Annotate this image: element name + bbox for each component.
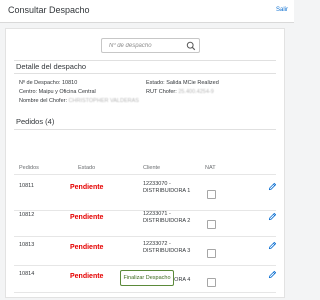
center-field: Centro: Maipu y Oficina Central <box>19 89 96 95</box>
driver-name-value: CHRISTOPHER VALDERAS <box>68 98 139 104</box>
client-cell: 12233071 - DISTRIBUIDORA 2 <box>143 211 190 225</box>
center-value: Maipu y Oficina Central <box>38 89 96 95</box>
driver-rut-value: 25.400.4254-9 <box>178 89 214 95</box>
order-id: 10811 <box>19 183 34 189</box>
client-name: DISTRIBUIDORA 1 <box>143 188 191 194</box>
app-header: Consultar Despacho Salir <box>0 0 294 23</box>
divider <box>14 60 276 61</box>
pencil-icon[interactable] <box>268 270 277 279</box>
status-badge: Pendiente <box>70 273 104 280</box>
page-title: Consultar Despacho <box>8 5 90 15</box>
nat-checkbox[interactable] <box>207 249 216 258</box>
nat-checkbox[interactable] <box>207 278 216 287</box>
row-divider <box>14 236 276 237</box>
dispatch-number-value: 10810 <box>61 80 78 86</box>
nat-checkbox[interactable] <box>207 220 216 229</box>
orders-section-title: Pedidos (4) <box>16 117 55 126</box>
dispatch-number-label: Nº de Despacho: <box>19 80 61 86</box>
divider <box>14 73 276 74</box>
column-header-estado: Estado <box>78 165 96 171</box>
detail-section-title: Detalle del despacho <box>16 62 87 71</box>
client-name: DISTRIBUIDORA 2 <box>143 218 191 224</box>
driver-rut-label: RUT Chofer: <box>146 89 177 95</box>
search-icon[interactable] <box>186 41 196 51</box>
status-badge: Pendiente <box>70 244 104 251</box>
pencil-icon[interactable] <box>268 241 277 250</box>
order-id: 10813 <box>19 242 35 248</box>
client-cell: 12233072 - DISTRIBUIDORA 3 <box>143 241 190 255</box>
row-divider <box>14 265 276 266</box>
dispatch-status-field: Estado: Salida MCie Realized <box>146 80 219 86</box>
row-divider <box>14 292 276 293</box>
divider <box>14 129 276 130</box>
client-code: 12233071 - <box>143 211 171 217</box>
content-card: Detalle del despacho Nº de Despacho: 108… <box>5 28 285 298</box>
status-badge: Pendiente <box>70 184 104 191</box>
dispatch-number-field: Nº de Despacho: 10810 <box>19 80 77 86</box>
column-header-cliente: Cliente <box>143 165 161 171</box>
column-header-nat: NAT <box>205 165 216 171</box>
status-badge: Pendiente <box>70 214 104 221</box>
driver-name-field: Nombre del Chofer: CHRISTOPHER VALDERAS <box>19 98 139 104</box>
dispatch-status-value: Salida MCie Realized <box>166 80 219 86</box>
table-header-divider <box>14 174 276 175</box>
client-cell: 12233070 - DISTRIBUIDORA 1 <box>143 181 190 195</box>
column-header-pedidos: Pedidos <box>19 165 39 171</box>
client-code: 12233072 - <box>143 241 171 247</box>
finalize-dispatch-button[interactable]: Finalizar Despacho <box>120 270 174 286</box>
dispatch-status-label: Estado: <box>146 80 165 86</box>
driver-name-label: Nombre del Chofer: <box>19 98 67 104</box>
client-code: 12233070 - <box>143 181 171 187</box>
pencil-icon[interactable] <box>268 212 277 221</box>
center-label: Centro: <box>19 89 38 95</box>
driver-rut-field: RUT Chofer: 25.400.4254-9 <box>146 89 214 95</box>
pencil-icon[interactable] <box>268 182 277 191</box>
exit-link[interactable]: Salir <box>276 7 288 13</box>
search-box[interactable] <box>101 38 200 53</box>
nat-checkbox[interactable] <box>207 190 216 199</box>
order-id: 10814 <box>19 271 35 277</box>
client-name: DISTRIBUIDORA 3 <box>143 248 191 254</box>
order-id: 10812 <box>19 212 35 218</box>
search-input[interactable] <box>109 39 181 52</box>
